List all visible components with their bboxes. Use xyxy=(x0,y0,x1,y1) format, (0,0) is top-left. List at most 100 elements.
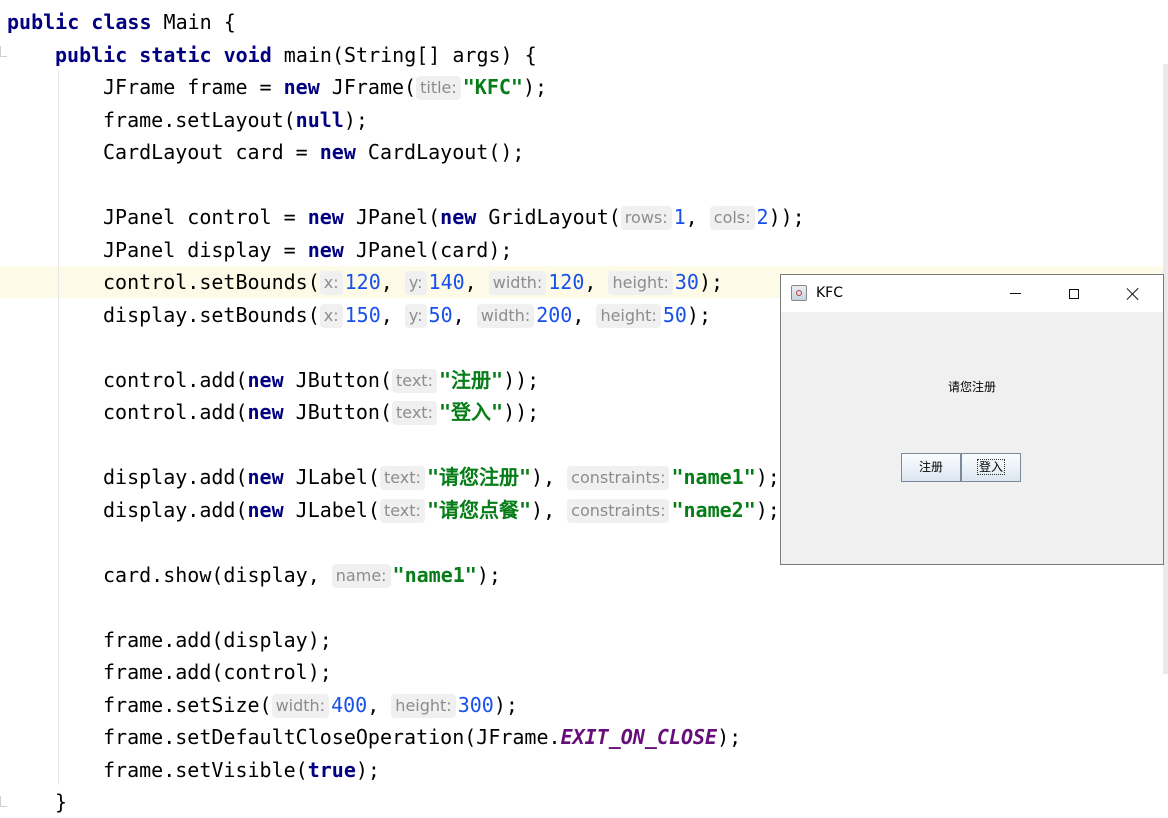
code-token: , xyxy=(584,270,609,294)
code-token: "KFC" xyxy=(462,75,523,99)
code-token: ); xyxy=(343,107,368,132)
code-token: ); xyxy=(755,497,780,522)
parameter-hint: y: xyxy=(404,303,427,328)
maximize-icon xyxy=(1069,288,1079,299)
code-token: EXIT_ON_CLOSE xyxy=(560,725,718,749)
code-token: 50 xyxy=(662,302,687,327)
code-line: public class Main { xyxy=(7,6,236,38)
code-line: control.add(new JButton(text: "注册")); xyxy=(103,364,539,396)
code-line: frame.setDefaultCloseOperation(JFrame.EX… xyxy=(103,721,741,753)
code-token: JPanel(card); xyxy=(355,237,513,262)
code-token: public class xyxy=(7,10,164,34)
indent-guide xyxy=(58,70,59,785)
code-token: JLabel( xyxy=(295,465,380,489)
code-token: ); xyxy=(686,302,712,327)
code-token: new xyxy=(247,367,296,392)
window-titlebar[interactable]: KFC xyxy=(781,275,1163,312)
login-button[interactable]: 登入 xyxy=(961,453,1021,482)
code-token: 400 xyxy=(331,692,368,717)
code-token: GridLayout( xyxy=(488,205,621,229)
code-line: JFrame frame = new JFrame(title: "KFC"); xyxy=(103,71,547,103)
code-token: CardLayout(); xyxy=(367,140,525,164)
code-token: display.add( xyxy=(103,497,248,522)
parameter-hint: width: xyxy=(271,693,330,718)
code-token: frame.add(control); xyxy=(103,660,332,684)
code-token: frame.add(display); xyxy=(103,627,332,652)
code-token: , xyxy=(367,692,392,717)
code-token: "请您点餐" xyxy=(426,497,532,522)
close-icon xyxy=(1126,287,1140,301)
code-token: ), xyxy=(531,497,568,522)
code-line: JPanel display = new JPanel(card); xyxy=(103,234,512,266)
close-button[interactable] xyxy=(1110,275,1156,312)
code-token: )); xyxy=(768,205,805,229)
code-token: 120 xyxy=(344,270,381,294)
parameter-hint: title: xyxy=(416,76,461,100)
parameter-hint: text: xyxy=(379,466,425,490)
code-token: true xyxy=(307,757,356,782)
parameter-hint: height: xyxy=(596,303,661,328)
code-line: display.setBounds(x: 150, y: 50, width: 200… xyxy=(103,299,711,331)
code-token: JPanel control = xyxy=(103,205,308,229)
code-token: frame.setVisible( xyxy=(103,757,308,782)
code-token: ); xyxy=(493,692,518,717)
code-line: frame.add(display); xyxy=(103,624,332,656)
code-token: JFrame frame = xyxy=(103,75,284,99)
code-token: , xyxy=(572,302,597,327)
code-line: control.add(new JButton(text: "登入")); xyxy=(103,396,539,428)
parameter-hint: height: xyxy=(391,693,456,718)
code-token: )); xyxy=(503,400,540,424)
code-token: ); xyxy=(717,725,742,749)
code-token: "注册" xyxy=(438,367,504,392)
code-token: control.setBounds( xyxy=(103,270,320,294)
code-token: new xyxy=(247,497,296,522)
parameter-hint: x: xyxy=(319,271,343,295)
code-token: , xyxy=(452,302,477,327)
register-button-label: 注册 xyxy=(918,460,943,474)
code-line: frame.setLayout(null); xyxy=(103,104,368,136)
code-token: frame.setSize( xyxy=(103,692,272,717)
fold-marker-icon[interactable] xyxy=(0,46,7,57)
parameter-hint: x: xyxy=(319,303,343,328)
code-token: "登入" xyxy=(438,400,504,424)
parameter-hint: y: xyxy=(404,271,427,295)
parameter-hint: text: xyxy=(392,368,437,393)
code-token: frame.setLayout( xyxy=(103,107,296,132)
display-card-label: 请您注册 xyxy=(947,380,996,394)
code-token: CardLayout card = xyxy=(103,140,320,164)
code-token: card.show(display, xyxy=(103,562,332,587)
code-token: 300 xyxy=(457,692,494,717)
code-token: , xyxy=(380,270,405,294)
code-token: "name2" xyxy=(671,497,756,522)
code-token: )); xyxy=(503,367,540,392)
code-token: display.add( xyxy=(103,465,248,489)
minimize-button[interactable] xyxy=(992,275,1038,312)
code-token: public static void xyxy=(55,42,284,67)
code-token: JPanel( xyxy=(355,205,441,229)
code-token: 50 xyxy=(428,302,453,327)
code-token: control.add( xyxy=(103,400,248,424)
kfc-window: KFC 请您注册 注册 登入 xyxy=(780,274,1164,565)
parameter-hint: constraints: xyxy=(567,466,670,490)
parameter-hint: name: xyxy=(331,563,391,588)
parameter-hint: width: xyxy=(488,271,547,295)
login-button-label: 登入 xyxy=(976,459,1006,475)
code-token: ); xyxy=(522,75,548,99)
code-token: Main { xyxy=(163,10,236,34)
window-title: KFC xyxy=(816,285,844,301)
maximize-button[interactable] xyxy=(1051,275,1097,312)
code-token: 200 xyxy=(536,302,573,327)
java-coffee-icon xyxy=(791,285,807,301)
code-token: JButton( xyxy=(295,400,392,424)
code-token: control.add( xyxy=(103,367,248,392)
parameter-hint: constraints: xyxy=(567,498,670,523)
code-token: 140 xyxy=(428,270,465,294)
code-token: new xyxy=(247,400,296,424)
fold-marker-icon[interactable] xyxy=(0,796,7,807)
code-line: CardLayout card = new CardLayout(); xyxy=(103,136,524,168)
code-token: , xyxy=(380,302,405,327)
code-token: frame.setDefaultCloseOperation(JFrame. xyxy=(103,725,561,749)
register-button[interactable]: 注册 xyxy=(901,453,961,482)
code-token: new xyxy=(247,465,296,489)
code-line: control.setBounds(x: 120, y: 140, width: 12… xyxy=(103,266,723,298)
